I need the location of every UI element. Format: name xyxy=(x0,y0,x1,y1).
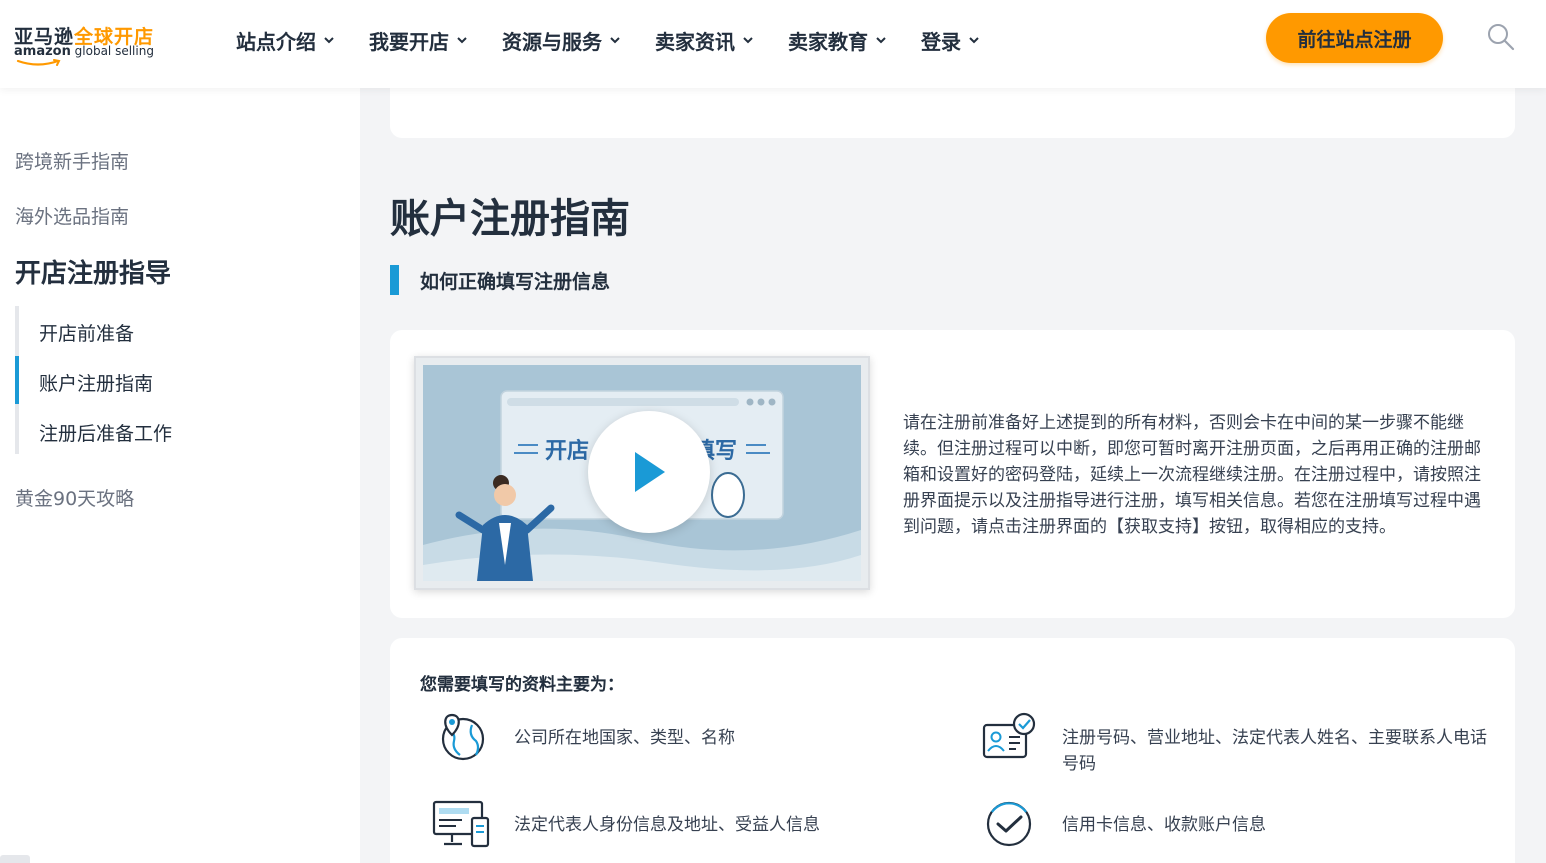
sidebar-active-indicator xyxy=(15,356,19,404)
chevron-down-icon xyxy=(324,37,334,44)
page-title: 账户注册指南 xyxy=(390,196,630,242)
list-item: 注册号码、营业地址、法定代表人姓名、主要联系人电话号码 xyxy=(980,711,1492,777)
nav-item-label: 登录 xyxy=(921,29,961,54)
site-header: 亚马逊全球开店 amazon global selling 站点介绍 我要开店 … xyxy=(0,0,1546,88)
sidebar: 跨境新手指南 海外选品指南 开店注册指导 开店前准备 账户注册指南 注册后准备工… xyxy=(0,88,360,863)
required-info-heading: 您需要填写的资料主要为： xyxy=(420,675,624,695)
list-item: 信用卡信息、收款账户信息 xyxy=(980,798,1492,850)
list-item-text: 注册号码、营业地址、法定代表人姓名、主要联系人电话号码 xyxy=(1062,728,1487,774)
registration-description: 请在注册前准备好上述提到的所有材料，否则会卡在中间的某一步骤不能继续。但注册过程… xyxy=(903,413,1481,537)
nav-item-login[interactable]: 登录 xyxy=(921,26,980,54)
video-card: 开店 填写 请在注册前准备好上述提到的所有材料，否则会卡在中间的某一步骤不能继续… xyxy=(390,330,1515,618)
nav-item-site-intro[interactable]: 站点介绍 xyxy=(236,26,335,54)
list-item: 法定代表人身份信息及地址、受益人信息 xyxy=(432,798,894,850)
nav-item-label: 卖家教育 xyxy=(788,29,868,54)
play-button[interactable] xyxy=(588,411,710,533)
sidebar-item-golden-90-days[interactable]: 黄金90天攻略 xyxy=(15,484,134,511)
nav-item-label: 站点介绍 xyxy=(236,29,316,54)
sidebar-item-beginner-guide[interactable]: 跨境新手指南 xyxy=(15,147,129,174)
list-item-text: 法定代表人身份信息及地址、受益人信息 xyxy=(514,815,820,835)
previous-content-card xyxy=(390,88,1515,138)
section-title: 如何正确填写注册信息 xyxy=(420,271,611,293)
sidebar-item-product-selection[interactable]: 海外选品指南 xyxy=(15,202,129,229)
id-card-check-icon xyxy=(982,712,1036,759)
search-icon[interactable] xyxy=(1486,22,1516,52)
chevron-down-icon xyxy=(969,37,979,44)
nav-item-label: 我要开店 xyxy=(369,29,449,54)
chevron-down-icon xyxy=(743,37,753,44)
required-info-card: 您需要填写的资料主要为： 公司所在地国家、类型、名称 注册号码、营业地址、法定代… xyxy=(390,638,1515,863)
sidebar-item-account-registration[interactable]: 账户注册指南 xyxy=(39,369,153,396)
nav-item-open-store[interactable]: 我要开店 xyxy=(369,26,468,54)
video-player[interactable]: 开店 填写 xyxy=(414,356,870,590)
chevron-down-icon xyxy=(876,37,886,44)
check-circle-icon xyxy=(986,801,1032,847)
globe-location-icon xyxy=(441,713,485,761)
nav-item-seller-education[interactable]: 卖家教育 xyxy=(788,26,887,54)
logo-en-rest: global selling xyxy=(70,44,154,58)
sidebar-section-title[interactable]: 开店注册指导 xyxy=(15,253,171,290)
nav-item-seller-news[interactable]: 卖家资讯 xyxy=(655,26,754,54)
video-banner-text-left: 开店 xyxy=(545,439,590,464)
amazon-smile-icon xyxy=(16,59,61,66)
sidebar-subnav: 开店前准备 账户注册指南 注册后准备工作 xyxy=(15,306,335,454)
amazon-global-selling-logo[interactable]: 亚马逊全球开店 amazon global selling xyxy=(14,22,164,66)
scroll-indicator xyxy=(0,855,30,863)
section-accent-bar xyxy=(390,265,399,295)
logo-en-text: amazon global selling xyxy=(14,44,154,59)
sidebar-item-pre-store[interactable]: 开店前准备 xyxy=(39,319,134,346)
list-item: 公司所在地国家、类型、名称 xyxy=(432,711,894,763)
nav-item-label: 资源与服务 xyxy=(502,29,602,54)
main-nav: 站点介绍 我要开店 资源与服务 卖家资讯 卖家教育 登录 xyxy=(236,26,1014,54)
nav-item-label: 卖家资讯 xyxy=(655,29,735,54)
nav-item-resources[interactable]: 资源与服务 xyxy=(502,26,621,54)
devices-icon xyxy=(432,800,490,848)
chevron-down-icon xyxy=(610,37,620,44)
sidebar-item-post-registration[interactable]: 注册后准备工作 xyxy=(39,419,172,446)
list-item-text: 信用卡信息、收款账户信息 xyxy=(1062,815,1266,835)
video-thumbnail: 开店 填写 xyxy=(423,365,861,581)
site-register-button[interactable]: 前往站点注册 xyxy=(1266,13,1443,63)
play-icon xyxy=(635,452,665,492)
chevron-down-icon xyxy=(457,37,467,44)
logo-en-bold: amazon xyxy=(14,44,71,59)
list-item-text: 公司所在地国家、类型、名称 xyxy=(514,728,735,748)
